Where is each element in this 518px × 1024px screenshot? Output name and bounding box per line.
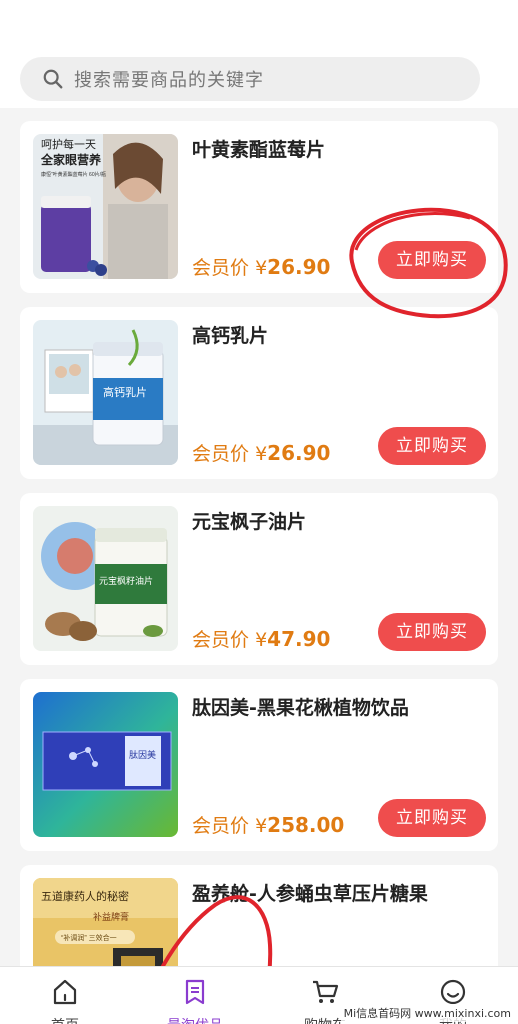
image-caption: 呵护每一天 (41, 137, 96, 151)
price-label: 会员价 (192, 815, 250, 837)
product-title[interactable]: 叶黄素酯蓝莓片 (192, 135, 325, 162)
buy-now-button[interactable]: 立即购买 (378, 799, 486, 837)
price-label: 会员价 (192, 443, 250, 465)
image-caption: 元宝枫籽油片 (99, 575, 153, 586)
image-caption: 肽因美 (129, 749, 156, 760)
price-amount: 26.90 (267, 441, 331, 465)
image-caption: 补益牌膏 (93, 911, 129, 922)
product-card[interactable]: 呵护每一天 全家眼营养 康恒”叶黄素酯蓝莓片 60片/瓶 叶黄素酯蓝莓片 会员价… (20, 121, 498, 293)
product-title[interactable]: 元宝枫子油片 (192, 507, 306, 534)
buy-now-button[interactable]: 立即购买 (378, 427, 486, 465)
product-card[interactable]: 肽因美 肽因美-黑果花楸植物饮品 会员价 ¥258.00 立即购买 (20, 679, 498, 851)
tab-home[interactable]: 首页 (0, 967, 130, 1024)
image-caption: “补调润” 三效合一 (61, 933, 117, 942)
buy-now-button[interactable]: 立即购买 (378, 241, 486, 279)
currency-symbol: ¥ (255, 257, 268, 279)
price-amount: 26.90 (267, 255, 331, 279)
image-caption: 康恒”叶黄素酯蓝莓片 60片/瓶 (41, 171, 106, 178)
product-card[interactable]: 高钙乳片 高钙乳片 会员价 ¥26.90 立即购买 (20, 307, 498, 479)
home-icon (53, 979, 77, 1005)
tab-label: 首页 (0, 1015, 130, 1024)
image-caption: 高钙乳片 (103, 385, 147, 399)
price-label: 会员价 (192, 629, 250, 651)
price-amount: 258.00 (267, 813, 345, 837)
cart-icon (313, 980, 339, 1003)
tab-best-products[interactable]: 最淘优品 (130, 967, 260, 1024)
product-image[interactable]: 肽因美 (33, 692, 178, 837)
price-amount: 47.90 (267, 627, 331, 651)
product-image[interactable]: 元宝枫籽油片 (33, 506, 178, 651)
watermark: Mi信息首码网 www.mixinxi.com (340, 1004, 514, 1022)
price-label: 会员价 (192, 257, 250, 279)
product-card[interactable]: 元宝枫籽油片 元宝枫子油片 会员价 ¥47.90 立即购买 (20, 493, 498, 665)
product-title[interactable]: 肽因美-黑果花楸植物饮品 (192, 693, 409, 720)
tab-label: 最淘优品 (130, 1015, 260, 1024)
search-input[interactable]: 搜索需要商品的关键字 (74, 66, 264, 92)
bookmark-list-icon (185, 979, 205, 1005)
image-caption: 五道康药人的秘密 (41, 889, 129, 903)
product-title[interactable]: 高钙乳片 (192, 321, 268, 348)
buy-now-button[interactable]: 立即购买 (378, 613, 486, 651)
currency-symbol: ¥ (255, 629, 268, 651)
search-bar[interactable]: 搜索需要商品的关键字 (20, 57, 480, 101)
image-caption: 全家眼营养 (40, 152, 101, 167)
product-price: 会员价 ¥26.90 (192, 439, 330, 466)
product-image[interactable]: 高钙乳片 (33, 320, 178, 465)
currency-symbol: ¥ (255, 443, 268, 465)
search-icon (43, 69, 63, 89)
product-title[interactable]: 盈养舱-人参蛹虫草压片糖果 (192, 879, 428, 906)
product-price: 会员价 ¥258.00 (192, 811, 344, 838)
product-price: 会员价 ¥26.90 (192, 253, 330, 280)
product-price: 会员价 ¥47.90 (192, 625, 330, 652)
smiley-icon (440, 979, 466, 1005)
top-header: 搜索需要商品的关键字 (0, 0, 518, 108)
currency-symbol: ¥ (255, 815, 268, 837)
product-image[interactable]: 呵护每一天 全家眼营养 康恒”叶黄素酯蓝莓片 60片/瓶 (33, 134, 178, 279)
